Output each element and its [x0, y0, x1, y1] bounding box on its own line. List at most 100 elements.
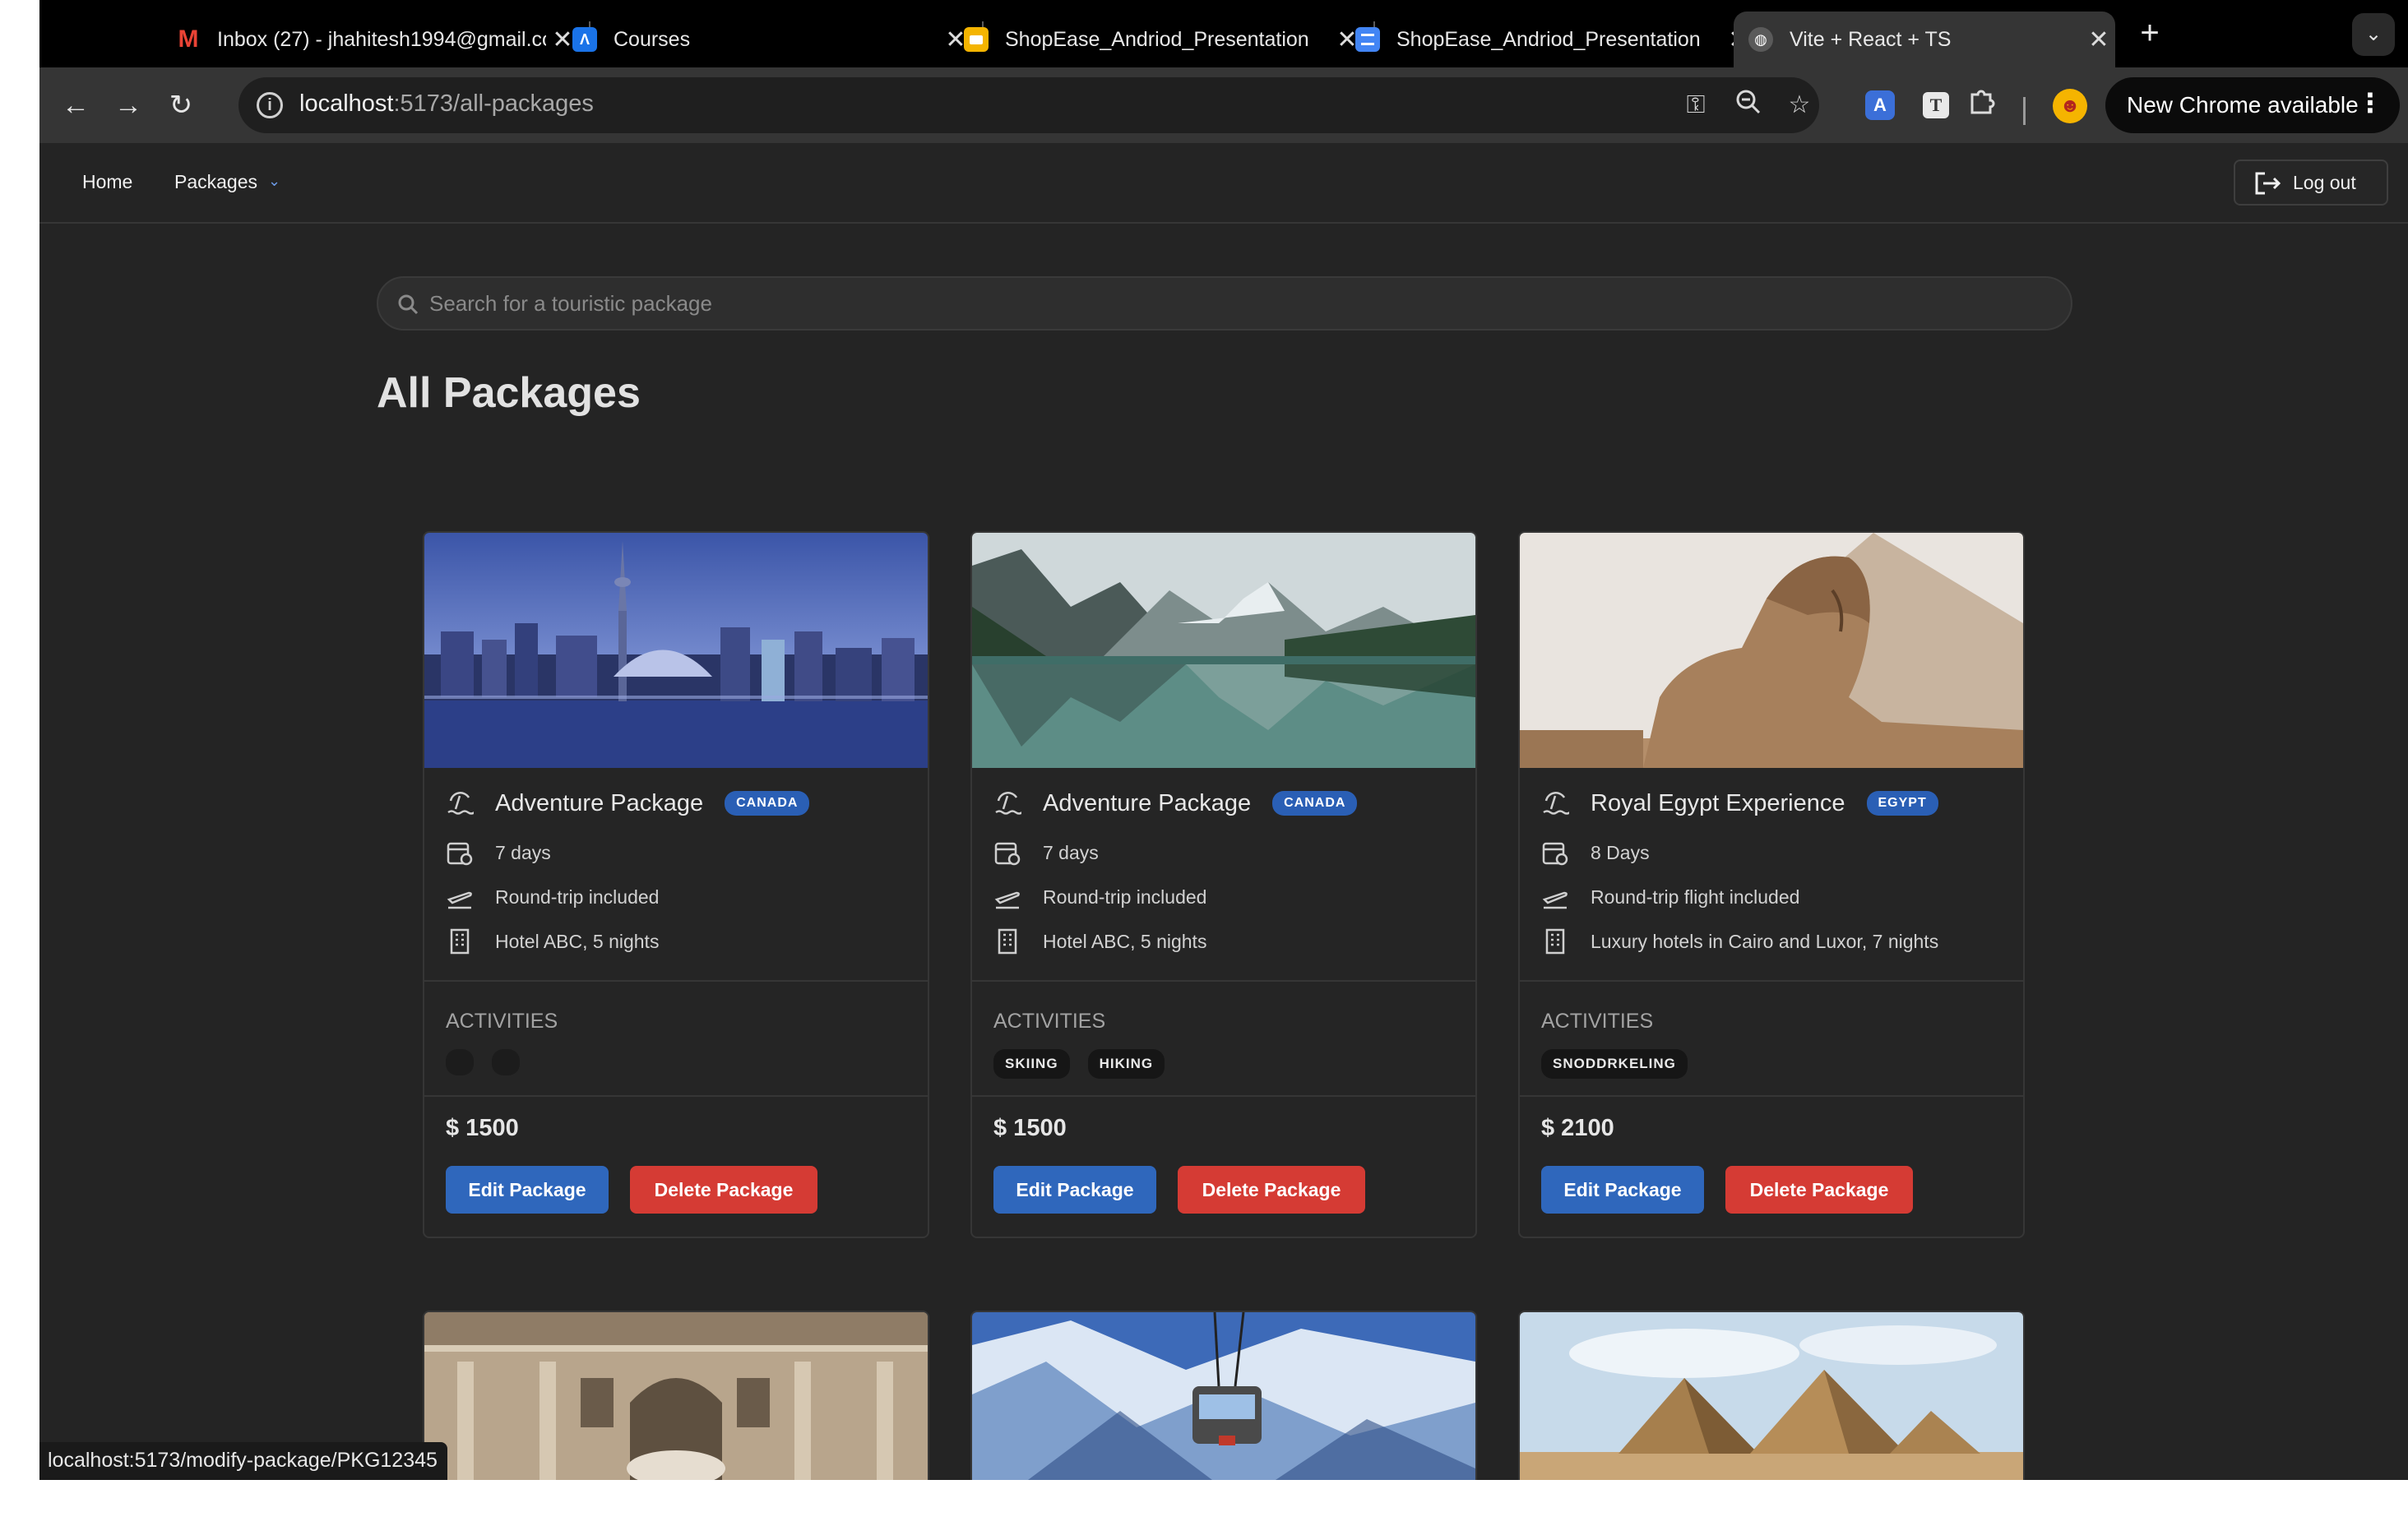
- package-hotel: Hotel ABC, 5 nights: [495, 930, 660, 952]
- beach-umbrella-icon: [447, 792, 474, 815]
- delete-package-button[interactable]: Delete Package: [1725, 1166, 1913, 1214]
- globe-icon: ◍: [1748, 27, 1773, 52]
- activities-label: ACTIVITIES: [993, 1010, 1106, 1033]
- package-hotel: Hotel ABC, 5 nights: [1043, 930, 1207, 952]
- toronto-skyline-image: [424, 533, 928, 768]
- browser-window: M Inbox (27) - jhahitesh1994@gmail.com ✕…: [39, 0, 2408, 1480]
- trevi-fountain-image: [424, 1312, 928, 1480]
- edit-package-button[interactable]: Edit Package: [1541, 1166, 1704, 1214]
- calendar-clock-icon: [994, 842, 1021, 866]
- new-chrome-available-button[interactable]: New Chrome available ⋮: [2105, 77, 2400, 133]
- country-badge: CANADA: [725, 791, 810, 816]
- toolbar-separator: [2023, 97, 2026, 125]
- package-flight: Round-trip flight included: [1591, 886, 1800, 908]
- address-bar[interactable]: i localhost:5173/all-packages ⚿ ☆: [238, 77, 1819, 133]
- logout-label: Log out: [2293, 171, 2356, 193]
- package-price: $ 2100: [1541, 1115, 1614, 1141]
- tab-vite-react[interactable]: ◍ Vite + React + TS ✕: [1734, 12, 2115, 67]
- package-card: Adventure Package CANADA 7 days Round-tr…: [970, 531, 1477, 1238]
- package-title: Adventure Package: [1043, 789, 1252, 816]
- delete-package-button[interactable]: Delete Package: [630, 1166, 817, 1214]
- country-badge: CANADA: [1272, 791, 1358, 816]
- close-tab-icon[interactable]: ✕: [2082, 25, 2115, 54]
- tab-docs[interactable]: ShopEase_Andriod_Presentation ✕: [1355, 12, 1755, 67]
- translate-extension-icon[interactable]: A: [1865, 90, 1895, 120]
- search-icon: [398, 294, 419, 315]
- hotel-row: Hotel ABC, 5 nights: [446, 927, 659, 955]
- tab-title: Vite + React + TS: [1790, 27, 1952, 51]
- edit-package-button[interactable]: Edit Package: [446, 1166, 609, 1214]
- text-extension-icon[interactable]: T: [1923, 92, 1949, 118]
- update-label: New Chrome available: [2127, 92, 2359, 118]
- building-icon: [1545, 928, 1565, 955]
- more-menu-icon[interactable]: ⋮: [2357, 87, 2383, 118]
- sphinx-image: [1520, 533, 2023, 768]
- plane-departure-icon: [1542, 891, 1568, 909]
- activities-list: SNODDRKELING: [1541, 1049, 1706, 1079]
- link-status-bar: localhost:5173/modify-package/PKG12345: [39, 1442, 447, 1480]
- site-info-icon[interactable]: i: [257, 92, 283, 118]
- tab-title: Courses: [614, 27, 691, 51]
- tab-title: ShopEase_Andriod_Presentation: [1396, 27, 1701, 51]
- plane-departure-icon: [994, 891, 1020, 909]
- tab-courses[interactable]: Λ Courses ✕: [572, 12, 972, 67]
- url-text[interactable]: localhost:5173/all-packages: [299, 90, 594, 118]
- password-key-icon[interactable]: ⚿: [1678, 87, 1714, 123]
- nav-packages-menu[interactable]: Packages: [174, 171, 257, 193]
- bookmark-star-icon[interactable]: ☆: [1781, 87, 1818, 123]
- cable-car-alps-image: [972, 1312, 1475, 1480]
- reload-button[interactable]: ↻: [161, 86, 201, 125]
- tab-gmail[interactable]: M Inbox (27) - jhahitesh1994@gmail.com ✕: [176, 12, 579, 67]
- package-flight: Round-trip included: [1043, 886, 1207, 908]
- tab-slides[interactable]: ShopEase_Andriod_Presentation ✕: [964, 12, 1364, 67]
- activity-chip: SNODDRKELING: [1541, 1049, 1688, 1079]
- slides-icon: [964, 27, 989, 52]
- package-flight: Round-trip included: [495, 886, 660, 908]
- mountain-lake-image: [972, 533, 1475, 768]
- zoom-icon[interactable]: [1730, 87, 1767, 123]
- package-title-row: Adventure Package CANADA: [993, 789, 1358, 817]
- tab-search-button[interactable]: ⌄: [2352, 13, 2395, 56]
- package-search[interactable]: [377, 276, 2072, 331]
- duration-row: 7 days: [446, 839, 551, 867]
- package-card: [970, 1311, 1477, 1480]
- app-navbar: Home Packages ⌄ Log out: [39, 143, 2408, 224]
- chevron-down-icon[interactable]: ⌄: [268, 173, 280, 190]
- forward-button[interactable]: →: [109, 86, 148, 125]
- package-card: Royal Egypt Experience EGYPT 8 Days Roun…: [1518, 531, 2025, 1238]
- logout-button[interactable]: Log out: [2234, 160, 2388, 206]
- plane-departure-icon: [447, 891, 472, 909]
- back-button[interactable]: ←: [56, 86, 95, 125]
- hotel-row: Hotel ABC, 5 nights: [993, 927, 1206, 955]
- edit-package-button[interactable]: Edit Package: [993, 1166, 1156, 1214]
- package-title-row: Adventure Package CANADA: [446, 789, 810, 817]
- tab-title: ShopEase_Andriod_Presentation: [1005, 27, 1309, 51]
- package-title: Royal Egypt Experience: [1591, 789, 1845, 816]
- new-tab-button[interactable]: +: [2130, 15, 2170, 54]
- docs-icon: [1355, 27, 1380, 52]
- page-title: All Packages: [377, 369, 641, 417]
- building-icon: [998, 928, 1017, 955]
- package-price: $ 1500: [993, 1115, 1067, 1141]
- package-title: Adventure Package: [495, 789, 704, 816]
- country-badge: EGYPT: [1866, 791, 1938, 816]
- browser-toolbar: ← → ↻ i localhost:5173/all-packages ⚿ ☆ …: [39, 67, 2408, 143]
- pyramids-image: [1520, 1312, 2023, 1480]
- extensions-puzzle-icon[interactable]: [1964, 87, 2000, 123]
- flight-row: Round-trip included: [446, 883, 659, 911]
- profile-avatar[interactable]: ☻: [2053, 89, 2087, 123]
- package-card: [423, 1311, 929, 1480]
- tab-title: Inbox (27) - jhahitesh1994@gmail.com: [217, 27, 546, 51]
- package-title-row: Royal Egypt Experience EGYPT: [1541, 789, 1938, 817]
- nav-home-link[interactable]: Home: [82, 171, 132, 193]
- flight-row: Round-trip included: [993, 883, 1206, 911]
- package-hotel: Luxury hotels in Cairo and Luxor, 7 nigh…: [1591, 930, 1939, 952]
- duration-row: 7 days: [993, 839, 1099, 867]
- package-card: Adventure Package CANADA 7 days Round-tr…: [423, 531, 929, 1238]
- main-content: All Packages: [39, 225, 2408, 1480]
- delete-package-button[interactable]: Delete Package: [1178, 1166, 1365, 1214]
- package-price: $ 1500: [446, 1115, 519, 1141]
- logout-icon: [2255, 172, 2281, 195]
- search-input[interactable]: [429, 278, 2058, 329]
- activities-list: [446, 1049, 538, 1075]
